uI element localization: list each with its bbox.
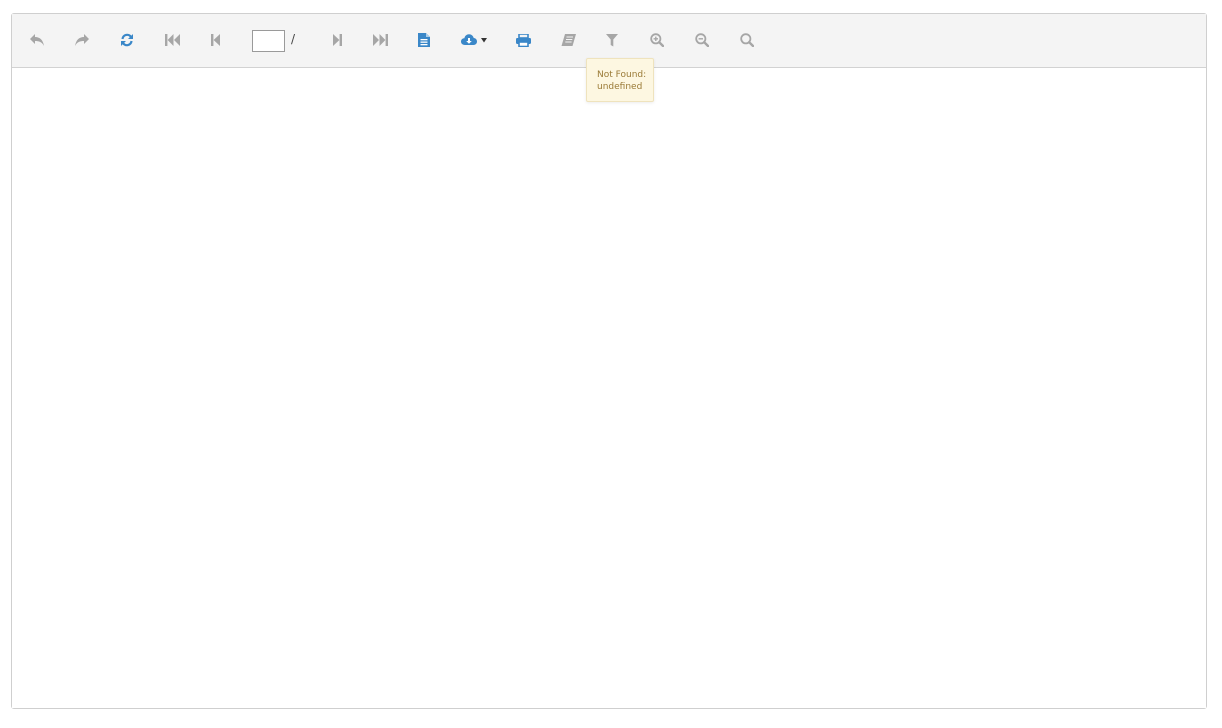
- search-button[interactable]: [735, 28, 759, 52]
- print-button[interactable]: [511, 28, 535, 52]
- page-number-input[interactable]: [252, 30, 285, 52]
- search-icon: [740, 33, 754, 47]
- tooltip-line-1: Not Found:: [597, 70, 647, 80]
- zoom-out-icon: [695, 33, 709, 47]
- next-page-icon: [333, 34, 342, 46]
- zoom-in-button[interactable]: [645, 28, 669, 52]
- previous-page-icon: [211, 34, 220, 46]
- last-page-icon: [373, 34, 388, 46]
- tooltip-line-2: undefined: [597, 82, 643, 92]
- zoom-out-button[interactable]: [690, 28, 714, 52]
- document-icon: [418, 33, 430, 47]
- refresh-icon: [121, 33, 133, 47]
- page-count-separator: /: [291, 32, 296, 46]
- export-button[interactable]: [459, 28, 491, 52]
- undo-icon: [30, 34, 44, 46]
- filter-icon: [606, 33, 618, 46]
- tooltip: Not Found: undefined: [586, 58, 654, 102]
- first-page-button[interactable]: [161, 28, 185, 52]
- document-map-button[interactable]: [412, 28, 436, 52]
- redo-button[interactable]: [70, 28, 94, 52]
- last-page-button[interactable]: [368, 28, 392, 52]
- refresh-button[interactable]: [115, 28, 139, 52]
- undo-button[interactable]: [25, 28, 49, 52]
- report-viewer: / Not Found: undefined: [11, 13, 1207, 709]
- print-preview-button[interactable]: [556, 28, 580, 52]
- parameters-button[interactable]: [600, 28, 624, 52]
- previous-page-button[interactable]: [204, 28, 228, 52]
- first-page-icon: [165, 34, 180, 46]
- redo-icon: [75, 34, 89, 46]
- print-icon: [515, 33, 531, 47]
- zoom-in-icon: [650, 33, 664, 47]
- cloud-download-icon: [461, 34, 487, 45]
- book-icon: [561, 33, 576, 46]
- report-content-area: [12, 68, 1206, 708]
- next-page-button[interactable]: [325, 28, 349, 52]
